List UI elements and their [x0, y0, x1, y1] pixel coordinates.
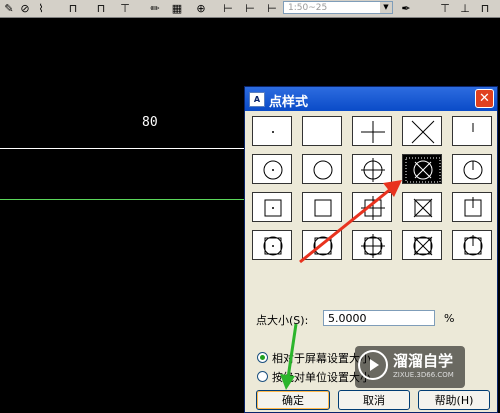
point-style-square[interactable] [302, 192, 342, 222]
point-style-circle-square-x[interactable] [402, 230, 442, 260]
tool-icon-1[interactable]: ⊓ [66, 1, 80, 15]
watermark-url: ZIXUE.3D66.COM [393, 371, 454, 379]
chevron-down-icon[interactable]: ▼ [380, 2, 392, 13]
point-style-x[interactable] [402, 116, 442, 146]
point-style-none[interactable] [302, 116, 342, 146]
dialog-title: 点样式 [269, 95, 309, 110]
help-button[interactable]: 帮助(H) [418, 390, 490, 410]
radio-absolute-units[interactable] [257, 371, 268, 382]
radio-relative-screen[interactable] [257, 352, 268, 363]
watermark-text: 溜溜自学 [393, 352, 454, 370]
point-style-circle-square-dot[interactable] [252, 230, 292, 260]
cancel-button[interactable]: 取消 [338, 390, 410, 410]
point-style-circle-tick[interactable] [452, 154, 492, 184]
point-style-plus[interactable] [352, 116, 392, 146]
point-style-square-x[interactable] [402, 192, 442, 222]
point-style-square-dot[interactable] [252, 192, 292, 222]
point-size-input[interactable]: 5.0000 [323, 310, 435, 326]
point-style-square-plus[interactable] [352, 192, 392, 222]
dimension-text: 80 [142, 115, 158, 130]
green-line [0, 199, 245, 200]
point-style-dot[interactable] [252, 116, 292, 146]
tool-icon-4[interactable]: ⊤ [438, 1, 452, 15]
watermark: 溜溜自学 ZIXUE.3D66.COM [355, 346, 465, 388]
tool-icon-3[interactable]: ⊤ [118, 1, 132, 15]
add-icon[interactable]: ⊕ [194, 1, 208, 15]
close-button[interactable]: ✕ [475, 89, 494, 108]
grid-icon[interactable]: ▦ [170, 1, 184, 15]
point-style-circle-x-selected[interactable] [402, 154, 442, 184]
dimension-icon-1[interactable]: ⊢ [220, 1, 236, 15]
toolbar: ✎ ⊘ ⌇ ⊓ ⊓ ⊤ ✏ ▦ ⊕ ⊢ ⊢ ⊢ 1:50~25 ▼ ✒ ⊤ ⊥ ⊓ [0, 0, 500, 18]
scale-combo-value: 1:50~25 [288, 3, 328, 13]
point-style-square-tick[interactable] [452, 192, 492, 222]
point-size-label: 点大小(S): [256, 314, 309, 327]
point-style-circle[interactable] [302, 154, 342, 184]
point-style-circle-square-tick[interactable] [452, 230, 492, 260]
point-style-circle-plus[interactable] [352, 154, 392, 184]
tool-icon-5[interactable]: ⊥ [458, 1, 472, 15]
scale-combo[interactable]: 1:50~25 ▼ [283, 1, 393, 14]
no-entry-icon[interactable]: ⊘ [18, 1, 32, 15]
dimension-icon-3[interactable]: ⊢ [264, 1, 280, 15]
draw-icon[interactable]: ✎ [2, 1, 16, 15]
brush-icon[interactable]: ⌇ [34, 1, 48, 15]
point-style-circle-square[interactable] [302, 230, 342, 260]
pencil-icon[interactable]: ✏ [148, 1, 162, 15]
dimension-icon-2[interactable]: ⊢ [242, 1, 258, 15]
tool-icon-2[interactable]: ⊓ [94, 1, 108, 15]
percent-sign: % [444, 312, 455, 325]
app-icon: A [249, 92, 265, 107]
dimension-line [0, 148, 245, 149]
play-icon [358, 350, 388, 380]
ok-button[interactable]: 确定 [256, 390, 330, 410]
dialog-titlebar[interactable]: A 点样式 ✕ [245, 87, 497, 111]
point-style-circle-dot[interactable] [252, 154, 292, 184]
tool-icon-6[interactable]: ⊓ [478, 1, 492, 15]
point-style-circle-square-plus[interactable] [352, 230, 392, 260]
point-style-tick[interactable] [452, 116, 492, 146]
pen-tool-icon[interactable]: ✒ [398, 1, 414, 15]
